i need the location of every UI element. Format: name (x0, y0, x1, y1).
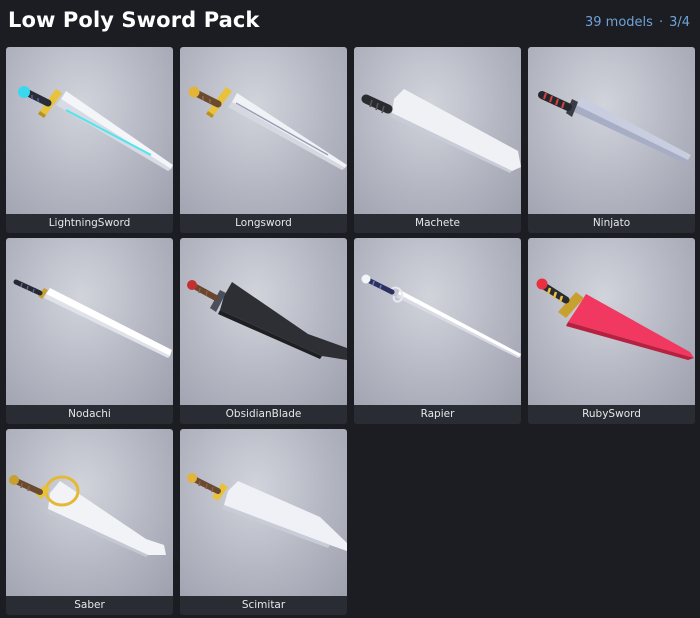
model-label: Machete (415, 217, 460, 229)
page-indicator: 3/4 (669, 15, 690, 30)
model-label: Ninjato (592, 217, 631, 229)
model-thumbnail (354, 47, 521, 214)
model-label: Scimitar (241, 599, 286, 611)
header-meta: 39 models · 3/4 (585, 15, 690, 30)
model-thumbnail (180, 429, 347, 596)
obsidian-blade-image (187, 280, 347, 360)
model-card-scimitar[interactable]: Scimitar (180, 429, 347, 615)
model-thumbnail (528, 238, 695, 405)
model-label: Longsword (235, 217, 292, 229)
model-label: LightningSword (48, 217, 131, 229)
model-card-nodachi[interactable]: Nodachi (6, 238, 173, 424)
model-card-ninjato[interactable]: Ninjato (528, 47, 695, 233)
page-header: Low Poly Sword Pack 39 models · 3/4 (0, 0, 700, 42)
nodachi-image (13, 279, 172, 358)
ninjato-image (538, 91, 691, 163)
model-card-rubysword[interactable]: RubySword (528, 238, 695, 424)
model-count: 39 models (585, 15, 653, 30)
model-card-saber[interactable]: Saber (6, 429, 173, 615)
saber-image (9, 475, 166, 557)
lightning-sword-image (18, 86, 173, 171)
meta-separator: · (658, 15, 664, 30)
page-title: Low Poly Sword Pack (8, 8, 260, 32)
model-card-longsword[interactable]: Longsword (180, 47, 347, 233)
model-card-rapier[interactable]: Rapier (354, 238, 521, 424)
longsword-image (188, 86, 347, 170)
rapier-image (361, 274, 521, 358)
model-thumbnail (6, 47, 173, 214)
model-thumbnail (528, 47, 695, 214)
model-label: Nodachi (68, 408, 111, 420)
model-label: ObsidianBlade (225, 408, 302, 420)
model-thumbnail (180, 238, 347, 405)
model-card-lightningsword[interactable]: LightningSword (6, 47, 173, 233)
model-card-machete[interactable]: Machete (354, 47, 521, 233)
model-thumbnail (354, 238, 521, 405)
model-thumbnail (6, 238, 173, 405)
scimitar-image (187, 473, 347, 551)
model-label: RubySword (582, 408, 641, 420)
model-card-obsidianblade[interactable]: ObsidianBlade (180, 238, 347, 424)
machete-image (361, 89, 521, 173)
ruby-sword-image (536, 278, 694, 360)
model-thumbnail (6, 429, 173, 596)
model-label: Saber (74, 599, 105, 611)
model-label: Rapier (420, 408, 455, 420)
model-thumbnail (180, 47, 347, 214)
